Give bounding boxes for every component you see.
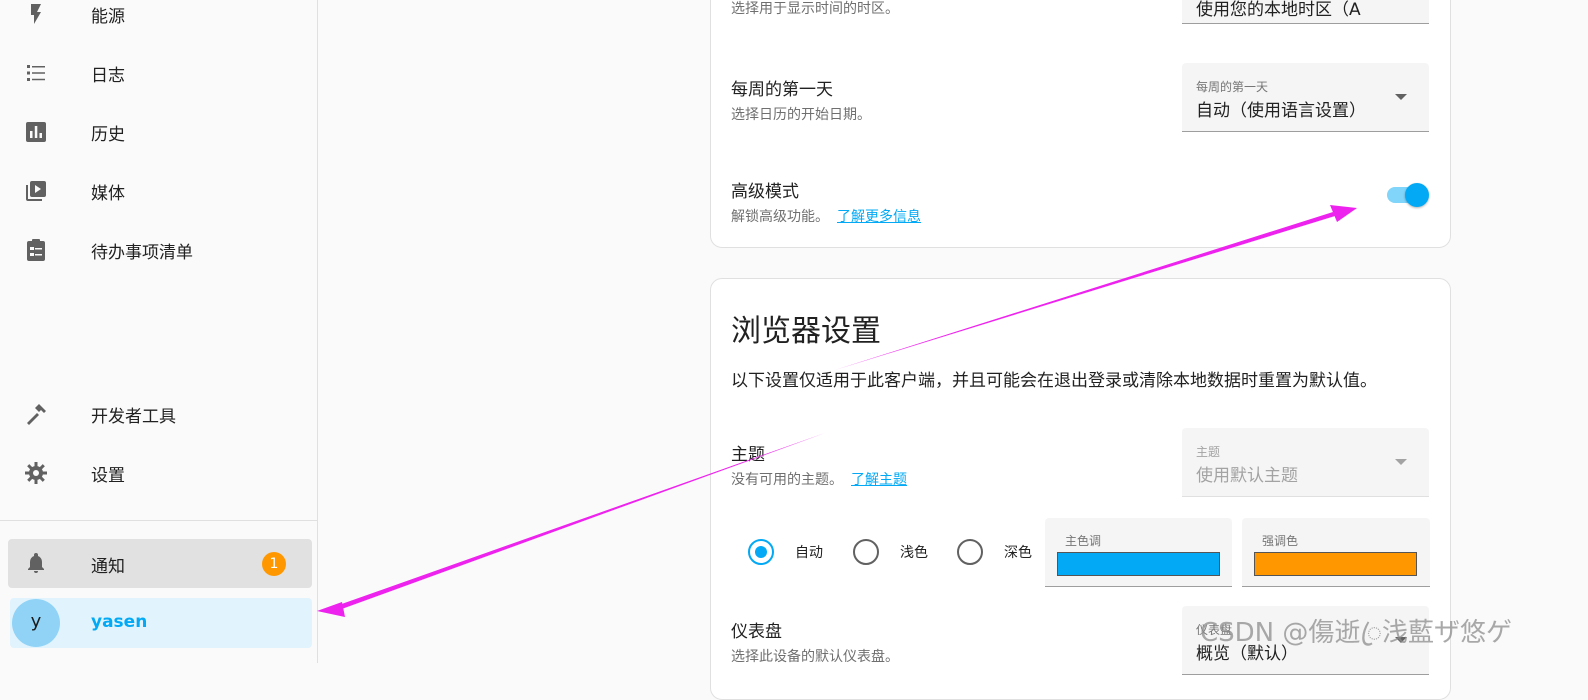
- sidebar-divider: [0, 520, 317, 521]
- sidebar-item-developer-tools[interactable]: 开发者工具: [0, 386, 317, 442]
- accent-color-swatch: [1254, 552, 1417, 576]
- browser-settings-description: 以下设置仅适用于此客户端，并且可能会在退出登录或清除本地数据时重置为默认值。: [731, 371, 1377, 391]
- bell-icon: [28, 553, 44, 573]
- sidebar-item-logbook[interactable]: 日志: [0, 45, 317, 101]
- accent-color-label: 强调色: [1262, 534, 1299, 548]
- notification-badge: 1: [262, 552, 286, 576]
- gear-icon: [25, 462, 47, 484]
- sidebar-item-history[interactable]: 历史: [0, 104, 317, 160]
- toggle-knob: [1405, 183, 1429, 207]
- sidebar-item-media[interactable]: 媒体: [0, 163, 317, 219]
- radio-dark[interactable]: [957, 539, 983, 565]
- dashboard-title: 仪表盘: [731, 622, 782, 642]
- sidebar-item-label: 设置: [91, 466, 125, 486]
- timezone-description: 选择用于显示时间的时区。: [731, 1, 899, 17]
- select-value: 使用您的本地时区（A: [1196, 0, 1361, 20]
- sidebar-item-label: 通知: [91, 557, 125, 577]
- lightning-icon: [31, 4, 41, 24]
- select-value: 自动（使用语言设置）: [1196, 101, 1366, 121]
- first-weekday-select[interactable]: 每周的第一天 自动（使用语言设置）: [1182, 63, 1429, 132]
- sidebar-item-settings[interactable]: 设置: [0, 445, 317, 501]
- hammer-icon: [27, 404, 46, 425]
- sidebar-item-label: 日志: [91, 66, 125, 86]
- advanced-mode-learn-more-link[interactable]: 了解更多信息: [837, 209, 921, 225]
- accent-color-field[interactable]: 强调色: [1242, 518, 1430, 587]
- general-settings-card: 选择用于显示时间的时区。 使用您的本地时区（A 每周的第一天 选择日历的开始日期…: [710, 0, 1451, 248]
- watermark: CSDN @傷逝ꦿ浅藍ザ悠ゲ: [1200, 618, 1513, 648]
- radio-auto[interactable]: [748, 539, 774, 565]
- sidebar-item-energy[interactable]: 能源: [0, 0, 317, 42]
- sidebar-item-notifications[interactable]: 通知 1: [8, 539, 312, 588]
- timezone-select[interactable]: 使用您的本地时区（A: [1182, 0, 1429, 24]
- theme-title: 主题: [731, 445, 765, 465]
- sidebar-item-label: 媒体: [91, 184, 125, 204]
- theme-select[interactable]: 主题 使用默认主题: [1182, 428, 1429, 497]
- advanced-mode-toggle[interactable]: [1383, 180, 1431, 210]
- sidebar-item-label: 能源: [91, 7, 125, 27]
- radio-light[interactable]: [853, 539, 879, 565]
- avatar: y: [12, 599, 60, 647]
- media-icon: [26, 181, 46, 201]
- advanced-mode-title: 高级模式: [731, 182, 799, 202]
- primary-color-field[interactable]: 主色调: [1045, 518, 1232, 587]
- select-label: 每周的第一天: [1196, 80, 1269, 94]
- sidebar-item-label: 开发者工具: [91, 407, 176, 427]
- list-icon: [27, 65, 45, 81]
- chevron-down-icon: [1395, 459, 1407, 465]
- user-name: yasen: [91, 612, 148, 632]
- radio-dark-label: 深色: [1004, 545, 1032, 561]
- chevron-down-icon: [1395, 94, 1407, 100]
- advanced-mode-description: 解锁高级功能。 了解更多信息: [731, 209, 921, 225]
- first-weekday-description: 选择日历的开始日期。: [731, 107, 871, 123]
- select-value: 使用默认主题: [1196, 466, 1298, 486]
- chart-icon: [26, 122, 46, 142]
- browser-settings-title: 浏览器设置: [731, 314, 881, 349]
- primary-color-label: 主色调: [1065, 534, 1102, 548]
- sidebar-item-label: 待办事项清单: [91, 243, 193, 263]
- select-label: 主题: [1196, 445, 1221, 459]
- clipboard-list-icon: [27, 239, 45, 261]
- dashboard-description: 选择此设备的默认仪表盘。: [731, 649, 899, 665]
- sidebar: 能源 日志 历史 媒体 待办事项清单 开发者工具 设置 通知 1 y yasen: [0, 0, 318, 663]
- theme-learn-more-link[interactable]: 了解主题: [851, 472, 907, 488]
- radio-auto-label: 自动: [795, 545, 823, 561]
- first-weekday-title: 每周的第一天: [731, 80, 833, 100]
- radio-light-label: 浅色: [900, 545, 928, 561]
- sidebar-item-todo[interactable]: 待办事项清单: [0, 222, 317, 278]
- sidebar-item-user[interactable]: y yasen: [10, 598, 312, 648]
- primary-color-swatch: [1057, 552, 1220, 576]
- sidebar-item-label: 历史: [91, 125, 125, 145]
- theme-description: 没有可用的主题。 了解主题: [731, 472, 907, 488]
